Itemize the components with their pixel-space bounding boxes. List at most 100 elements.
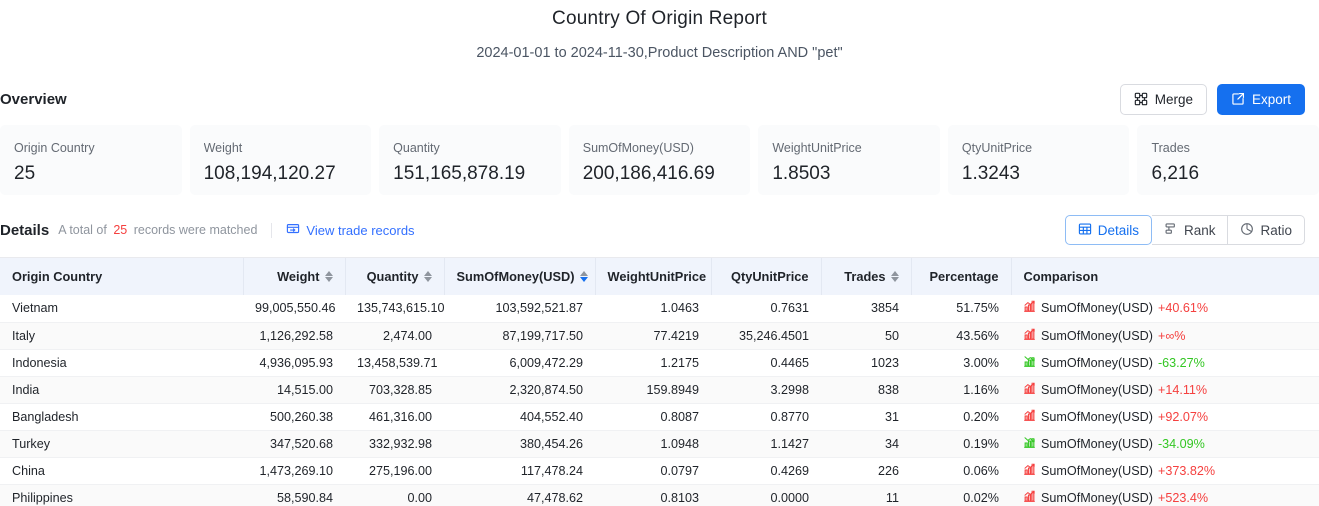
column-header-sum-of-money[interactable]: SumOfMoney(USD) (444, 258, 596, 295)
trade-records-icon (286, 222, 300, 239)
view-mode-rank[interactable]: Rank (1151, 215, 1229, 245)
view-trade-records-label: View trade records (306, 222, 415, 238)
comparison-indicator: SumOfMoney(USD) +92.07% (1023, 409, 1208, 425)
table-row[interactable]: Bangladesh 500,260.38 461,316.00 404,552.40… (0, 403, 1319, 431)
cell-comparison: SumOfMoney(USD) +40.61% (1011, 295, 1319, 323)
cell-quantity: 275,196.00 (345, 457, 444, 485)
cell-weight: 4,936,095.93 (243, 349, 345, 377)
cell-qty-unit-price: 3.2998 (711, 376, 821, 404)
export-button[interactable]: Export (1216, 83, 1305, 115)
stat-card-value: 6,216 (1151, 163, 1200, 184)
cell-trades: 3854 (821, 295, 911, 323)
sort-arrows-icon[interactable] (890, 271, 899, 282)
cell-quantity: 135,743,615.10 (345, 295, 445, 323)
stat-card-trades: Trades 6,216 (1137, 125, 1319, 195)
cell-weight-unit-price: 1.0463 (595, 295, 711, 323)
cell-weight: 99,005,550.46 (243, 295, 345, 323)
cell-percentage: 0.06% (911, 457, 1011, 485)
table-row[interactable]: India 14,515.00 703,328.85 2,320,874.50 159.… (0, 376, 1319, 404)
merge-icon (1134, 92, 1148, 106)
column-header-quantity[interactable]: Quantity (345, 258, 445, 295)
column-label: Percentage (929, 269, 999, 284)
cell-weight: 14,515.00 (243, 376, 345, 404)
cell-trades: 34 (821, 430, 911, 458)
table-header-row: Origin Country Weight Quantity SumOfMone… (0, 258, 1319, 295)
table-row[interactable]: Indonesia 4,936,095.93 13,458,539.71 6,009,… (0, 349, 1319, 377)
pie-icon (1240, 222, 1254, 239)
export-button-label: Export (1251, 91, 1291, 107)
details-bar: Details A total of 25 records were match… (0, 214, 1319, 246)
cell-quantity: 0.00 (345, 484, 444, 506)
cell-qty-unit-price: 1.1427 (711, 430, 821, 458)
sort-arrows-icon[interactable] (423, 271, 432, 282)
stat-card-quantity: Quantity 151,165,878.19 (379, 125, 561, 195)
view-trade-records-link[interactable]: View trade records (286, 222, 415, 239)
stat-card-weight-unit-price: WeightUnitPrice 1.8503 (758, 125, 940, 195)
cell-origin-country: Turkey (0, 430, 243, 458)
view-mode-rank-label: Rank (1183, 222, 1216, 238)
column-header-percentage[interactable]: Percentage (911, 258, 1012, 295)
cell-trades: 50 (821, 322, 911, 350)
cell-percentage: 0.02% (911, 484, 1011, 506)
column-header-origin-country[interactable]: Origin Country (0, 258, 244, 295)
sort-arrows-icon[interactable] (579, 271, 588, 282)
comparison-delta: +373.82% (1157, 463, 1216, 478)
report-subtitle: 2024-01-01 to 2024-11-30,Product Descrip… (476, 45, 843, 61)
comparison-metric-label: SumOfMoney(USD) (1041, 328, 1153, 343)
cell-origin-country: Philippines (0, 484, 243, 506)
cell-trades: 838 (821, 376, 911, 404)
cell-percentage: 51.75% (911, 295, 1011, 323)
cell-trades: 31 (821, 403, 911, 431)
stat-card-label: QtyUnitPrice (961, 141, 1033, 155)
view-mode-details[interactable]: Details (1064, 215, 1152, 245)
cell-percentage: 0.19% (911, 430, 1011, 458)
stat-card-label: Origin Country (14, 141, 95, 155)
stat-card-value: 108,194,120.27 (203, 163, 336, 184)
stat-card-sum-of-money: SumOfMoney(USD) 200,186,416.69 (568, 125, 751, 195)
table-row[interactable]: Italy 1,126,292.58 2,474.00 87,199,717.50 77… (0, 322, 1319, 350)
cell-percentage: 1.16% (911, 376, 1011, 404)
table-row[interactable]: Turkey 347,520.68 332,932.98 380,454.26 1.09… (0, 430, 1319, 458)
cell-origin-country: Indonesia (0, 349, 243, 377)
cell-weight-unit-price: 0.8087 (595, 403, 711, 431)
cell-weight: 1,126,292.58 (243, 322, 345, 350)
sort-arrows-icon[interactable] (324, 271, 333, 282)
cell-origin-country: Italy (0, 322, 243, 350)
column-header-weight-unit-price[interactable]: WeightUnitPrice (595, 258, 712, 295)
cell-trades: 1023 (821, 349, 911, 377)
stat-card-qty-unit-price: QtyUnitPrice 1.3243 (947, 125, 1130, 195)
stat-card-label: Quantity (393, 141, 440, 155)
stat-card-value: 25 (14, 163, 36, 184)
view-mode-ratio-label: Ratio (1260, 222, 1292, 238)
comparison-delta: +40.61% (1157, 301, 1209, 316)
cell-percentage: 3.00% (911, 349, 1011, 377)
cell-quantity: 2,474.00 (345, 322, 444, 350)
column-header-qty-unit-price[interactable]: QtyUnitPrice (711, 258, 822, 295)
column-header-trades[interactable]: Trades (821, 258, 912, 295)
cell-comparison: SumOfMoney(USD) +92.07% (1011, 403, 1319, 431)
comparison-metric-label: SumOfMoney(USD) (1041, 301, 1153, 316)
comparison-metric-label: SumOfMoney(USD) (1041, 490, 1153, 505)
table-row[interactable]: Philippines 58,590.84 0.00 47,478.62 0.8103 0… (0, 484, 1319, 506)
view-mode-details-label: Details (1097, 222, 1139, 238)
details-left: Details A total of 25 records were match… (0, 222, 415, 239)
view-mode-switcher: Details Rank Ratio (1064, 215, 1305, 245)
merge-button[interactable]: Merge (1119, 83, 1207, 115)
stat-card-label: SumOfMoney(USD) (582, 141, 694, 155)
overview-bar: Overview Merge Export (0, 82, 1319, 116)
view-mode-ratio[interactable]: Ratio (1228, 215, 1305, 245)
table-row[interactable]: Vietnam 99,005,550.46 135,743,615.10 103,59… (0, 295, 1319, 323)
cell-sum-of-money: 117,478.24 (444, 457, 595, 485)
column-header-weight[interactable]: Weight (243, 258, 346, 295)
column-header-comparison[interactable]: Comparison (1011, 258, 1319, 295)
comparison-delta: +523.4% (1157, 490, 1209, 505)
stat-card-label: Weight (203, 141, 243, 155)
comparison-delta: -34.09% (1157, 436, 1205, 451)
comparison-delta: -63.27% (1157, 355, 1205, 370)
stat-card-weight: Weight 108,194,120.27 (189, 125, 372, 195)
table-row[interactable]: China 1,473,269.10 275,196.00 117,478.24 0.0… (0, 457, 1319, 485)
trend-down-bar-chart-icon (1023, 436, 1036, 452)
trend-up-bar-chart-icon (1023, 409, 1036, 425)
cell-weight: 500,260.38 (243, 403, 345, 431)
stat-card-value: 151,165,878.19 (393, 163, 526, 184)
